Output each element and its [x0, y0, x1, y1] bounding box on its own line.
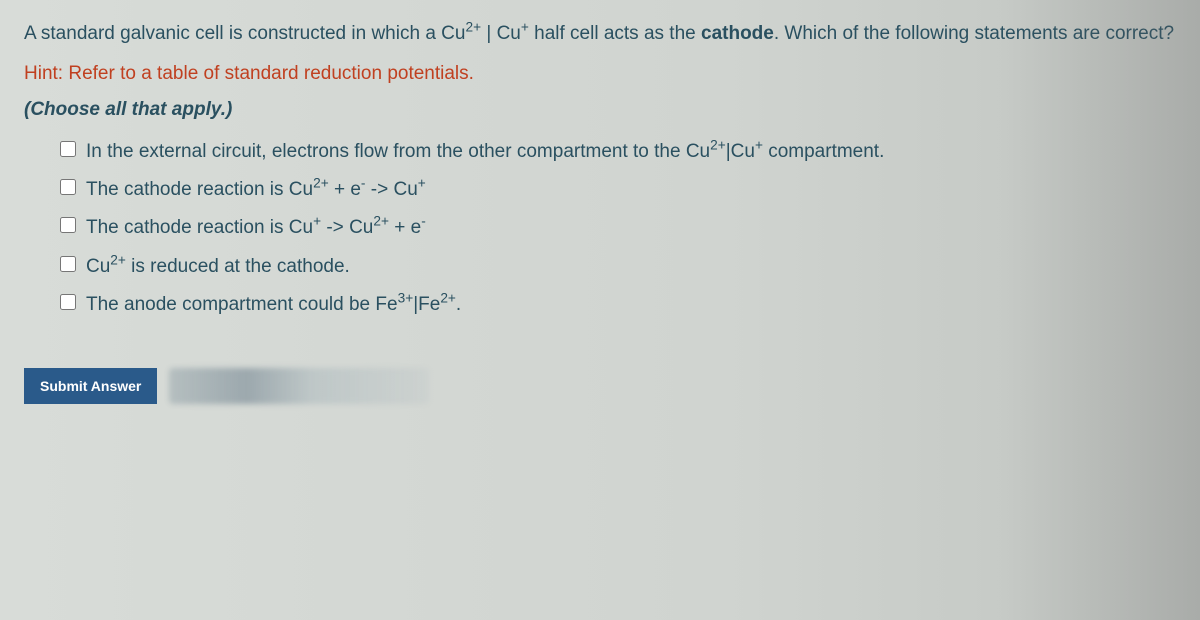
submit-row: Submit Answer	[24, 368, 1176, 404]
instruction-text: (Choose all that apply.)	[24, 99, 1176, 121]
option-row: The anode compartment could be Fe3+|Fe2+…	[60, 290, 1176, 320]
option-label-2: The cathode reaction is Cu2+ + e- -> Cu+	[86, 175, 426, 205]
option-row: The cathode reaction is Cu2+ + e- -> Cu+	[60, 175, 1176, 205]
option-label-3: The cathode reaction is Cu+ -> Cu2+ + e-	[86, 213, 426, 243]
option-row: Cu2+ is reduced at the cathode.	[60, 252, 1176, 282]
option-label-4: Cu2+ is reduced at the cathode.	[86, 252, 350, 282]
hint-text: Hint: Refer to a table of standard reduc…	[24, 63, 1176, 85]
option-checkbox-4[interactable]	[60, 256, 76, 272]
option-row: In the external circuit, electrons flow …	[60, 137, 1176, 167]
question-text: A standard galvanic cell is constructed …	[24, 20, 1176, 49]
option-row: The cathode reaction is Cu+ -> Cu2+ + e-	[60, 213, 1176, 243]
option-checkbox-1[interactable]	[60, 141, 76, 157]
option-label-5: The anode compartment could be Fe3+|Fe2+…	[86, 290, 461, 320]
option-checkbox-2[interactable]	[60, 179, 76, 195]
submit-answer-button[interactable]: Submit Answer	[24, 368, 157, 404]
option-checkbox-5[interactable]	[60, 294, 76, 310]
option-label-1: In the external circuit, electrons flow …	[86, 137, 884, 167]
obscured-region	[169, 368, 429, 404]
option-checkbox-3[interactable]	[60, 217, 76, 233]
options-list: In the external circuit, electrons flow …	[60, 137, 1176, 321]
